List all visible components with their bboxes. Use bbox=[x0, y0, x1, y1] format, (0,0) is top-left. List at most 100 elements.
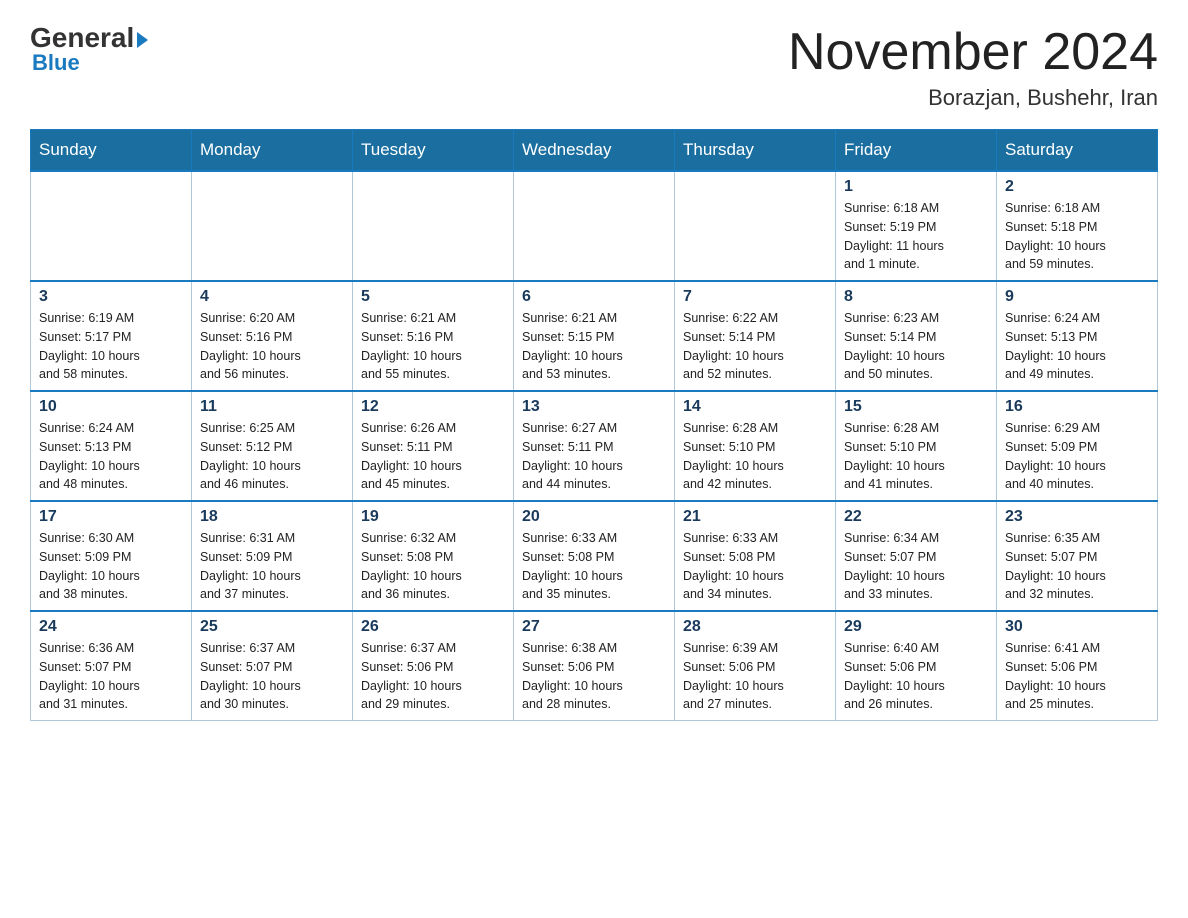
day-info: Sunrise: 6:35 AM Sunset: 5:07 PM Dayligh… bbox=[1005, 529, 1149, 604]
day-number: 14 bbox=[683, 398, 827, 416]
calendar-cell: 17Sunrise: 6:30 AM Sunset: 5:09 PM Dayli… bbox=[31, 501, 192, 611]
day-info: Sunrise: 6:31 AM Sunset: 5:09 PM Dayligh… bbox=[200, 529, 344, 604]
day-info: Sunrise: 6:27 AM Sunset: 5:11 PM Dayligh… bbox=[522, 419, 666, 494]
day-number: 18 bbox=[200, 508, 344, 526]
day-info: Sunrise: 6:29 AM Sunset: 5:09 PM Dayligh… bbox=[1005, 419, 1149, 494]
calendar-cell: 26 Sunrise: 6:37 AM Sunset: 5:06 PM Dayli… bbox=[353, 611, 514, 721]
day-number: 28 bbox=[683, 618, 827, 636]
day-number: 3 bbox=[39, 288, 183, 306]
day-number: 19 bbox=[361, 508, 505, 526]
day-info: Sunrise: 6:19 AM Sunset: 5:17 PM Dayligh… bbox=[39, 309, 183, 384]
day-info: Sunrise: 6:22 AM Sunset: 5:14 PM Dayligh… bbox=[683, 309, 827, 384]
day-info: Sunrise: 6:33 AM Sunset: 5:08 PM Dayligh… bbox=[522, 529, 666, 604]
calendar-cell bbox=[353, 171, 514, 281]
calendar-cell: 19 Sunrise: 6:32 AM Sunset: 5:08 PM Dayli… bbox=[353, 501, 514, 611]
logo: General Blue bbox=[30, 24, 148, 76]
calendar-cell: 23 Sunrise: 6:35 AM Sunset: 5:07 PM Dayli… bbox=[997, 501, 1158, 611]
day-number: 24 bbox=[39, 618, 183, 636]
day-info: Sunrise: 6:36 AM Sunset: 5:07 PM Dayligh… bbox=[39, 639, 183, 714]
week-row-0: 1Sunrise: 6:18 AM Sunset: 5:19 PM Daylig… bbox=[31, 171, 1158, 281]
calendar-cell: 4 Sunrise: 6:20 AM Sunset: 5:16 PM Daylig… bbox=[192, 281, 353, 391]
day-info: Sunrise: 6:30 AM Sunset: 5:09 PM Dayligh… bbox=[39, 529, 183, 604]
calendar-cell bbox=[514, 171, 675, 281]
day-number: 29 bbox=[844, 618, 988, 636]
calendar-cell bbox=[192, 171, 353, 281]
calendar-cell: 21Sunrise: 6:33 AM Sunset: 5:08 PM Dayli… bbox=[675, 501, 836, 611]
title-area: November 2024 Borazjan, Bushehr, Iran bbox=[788, 24, 1158, 111]
calendar-cell: 20 Sunrise: 6:33 AM Sunset: 5:08 PM Dayli… bbox=[514, 501, 675, 611]
calendar-cell: 28 Sunrise: 6:39 AM Sunset: 5:06 PM Dayli… bbox=[675, 611, 836, 721]
day-number: 20 bbox=[522, 508, 666, 526]
day-info: Sunrise: 6:32 AM Sunset: 5:08 PM Dayligh… bbox=[361, 529, 505, 604]
day-number: 15 bbox=[844, 398, 988, 416]
day-number: 4 bbox=[200, 288, 344, 306]
calendar-cell bbox=[675, 171, 836, 281]
calendar-cell: 27 Sunrise: 6:38 AM Sunset: 5:06 PM Dayli… bbox=[514, 611, 675, 721]
logo-general: General bbox=[30, 24, 148, 52]
header-monday: Monday bbox=[192, 130, 353, 172]
day-number: 27 bbox=[522, 618, 666, 636]
day-info: Sunrise: 6:39 AM Sunset: 5:06 PM Dayligh… bbox=[683, 639, 827, 714]
header-saturday: Saturday bbox=[997, 130, 1158, 172]
page-subtitle: Borazjan, Bushehr, Iran bbox=[788, 85, 1158, 111]
calendar-cell: 1Sunrise: 6:18 AM Sunset: 5:19 PM Daylig… bbox=[836, 171, 997, 281]
calendar-table: Sunday Monday Tuesday Wednesday Thursday… bbox=[30, 129, 1158, 721]
day-info: Sunrise: 6:20 AM Sunset: 5:16 PM Dayligh… bbox=[200, 309, 344, 384]
calendar-cell: 3 Sunrise: 6:19 AM Sunset: 5:17 PM Daylig… bbox=[31, 281, 192, 391]
day-info: Sunrise: 6:37 AM Sunset: 5:06 PM Dayligh… bbox=[361, 639, 505, 714]
header-wednesday: Wednesday bbox=[514, 130, 675, 172]
day-info: Sunrise: 6:33 AM Sunset: 5:08 PM Dayligh… bbox=[683, 529, 827, 604]
day-info: Sunrise: 6:34 AM Sunset: 5:07 PM Dayligh… bbox=[844, 529, 988, 604]
day-info: Sunrise: 6:21 AM Sunset: 5:15 PM Dayligh… bbox=[522, 309, 666, 384]
calendar-cell: 24 Sunrise: 6:36 AM Sunset: 5:07 PM Dayli… bbox=[31, 611, 192, 721]
day-info: Sunrise: 6:21 AM Sunset: 5:16 PM Dayligh… bbox=[361, 309, 505, 384]
day-number: 16 bbox=[1005, 398, 1149, 416]
day-info: Sunrise: 6:24 AM Sunset: 5:13 PM Dayligh… bbox=[39, 419, 183, 494]
calendar-cell: 15 Sunrise: 6:28 AM Sunset: 5:10 PM Dayli… bbox=[836, 391, 997, 501]
header-friday: Friday bbox=[836, 130, 997, 172]
day-info: Sunrise: 6:41 AM Sunset: 5:06 PM Dayligh… bbox=[1005, 639, 1149, 714]
day-number: 13 bbox=[522, 398, 666, 416]
day-info: Sunrise: 6:28 AM Sunset: 5:10 PM Dayligh… bbox=[844, 419, 988, 494]
calendar-cell: 12Sunrise: 6:26 AM Sunset: 5:11 PM Dayli… bbox=[353, 391, 514, 501]
day-number: 23 bbox=[1005, 508, 1149, 526]
week-row-3: 17Sunrise: 6:30 AM Sunset: 5:09 PM Dayli… bbox=[31, 501, 1158, 611]
week-row-1: 3 Sunrise: 6:19 AM Sunset: 5:17 PM Daylig… bbox=[31, 281, 1158, 391]
page-title: November 2024 bbox=[788, 24, 1158, 81]
day-number: 22 bbox=[844, 508, 988, 526]
calendar-cell bbox=[31, 171, 192, 281]
day-number: 9 bbox=[1005, 288, 1149, 306]
day-number: 12 bbox=[361, 398, 505, 416]
header-thursday: Thursday bbox=[675, 130, 836, 172]
day-info: Sunrise: 6:18 AM Sunset: 5:18 PM Dayligh… bbox=[1005, 199, 1149, 274]
day-info: Sunrise: 6:38 AM Sunset: 5:06 PM Dayligh… bbox=[522, 639, 666, 714]
day-info: Sunrise: 6:25 AM Sunset: 5:12 PM Dayligh… bbox=[200, 419, 344, 494]
calendar-cell: 30Sunrise: 6:41 AM Sunset: 5:06 PM Dayli… bbox=[997, 611, 1158, 721]
calendar-cell: 14 Sunrise: 6:28 AM Sunset: 5:10 PM Dayli… bbox=[675, 391, 836, 501]
week-row-2: 10 Sunrise: 6:24 AM Sunset: 5:13 PM Dayli… bbox=[31, 391, 1158, 501]
day-number: 11 bbox=[200, 398, 344, 416]
calendar-cell: 13 Sunrise: 6:27 AM Sunset: 5:11 PM Dayli… bbox=[514, 391, 675, 501]
calendar-cell: 9 Sunrise: 6:24 AM Sunset: 5:13 PM Daylig… bbox=[997, 281, 1158, 391]
day-number: 2 bbox=[1005, 178, 1149, 196]
calendar-cell: 16 Sunrise: 6:29 AM Sunset: 5:09 PM Dayli… bbox=[997, 391, 1158, 501]
calendar-cell: 5 Sunrise: 6:21 AM Sunset: 5:16 PM Daylig… bbox=[353, 281, 514, 391]
day-number: 25 bbox=[200, 618, 344, 636]
calendar-cell: 22 Sunrise: 6:34 AM Sunset: 5:07 PM Dayli… bbox=[836, 501, 997, 611]
calendar-cell: 29Sunrise: 6:40 AM Sunset: 5:06 PM Dayli… bbox=[836, 611, 997, 721]
day-number: 7 bbox=[683, 288, 827, 306]
weekday-header-row: Sunday Monday Tuesday Wednesday Thursday… bbox=[31, 130, 1158, 172]
day-info: Sunrise: 6:23 AM Sunset: 5:14 PM Dayligh… bbox=[844, 309, 988, 384]
day-info: Sunrise: 6:24 AM Sunset: 5:13 PM Dayligh… bbox=[1005, 309, 1149, 384]
day-number: 6 bbox=[522, 288, 666, 306]
day-number: 10 bbox=[39, 398, 183, 416]
day-number: 5 bbox=[361, 288, 505, 306]
logo-blue: Blue bbox=[30, 50, 80, 76]
day-number: 8 bbox=[844, 288, 988, 306]
header-tuesday: Tuesday bbox=[353, 130, 514, 172]
day-info: Sunrise: 6:28 AM Sunset: 5:10 PM Dayligh… bbox=[683, 419, 827, 494]
calendar-cell: 11 Sunrise: 6:25 AM Sunset: 5:12 PM Dayli… bbox=[192, 391, 353, 501]
calendar-cell: 18 Sunrise: 6:31 AM Sunset: 5:09 PM Dayli… bbox=[192, 501, 353, 611]
week-row-4: 24 Sunrise: 6:36 AM Sunset: 5:07 PM Dayli… bbox=[31, 611, 1158, 721]
day-number: 26 bbox=[361, 618, 505, 636]
